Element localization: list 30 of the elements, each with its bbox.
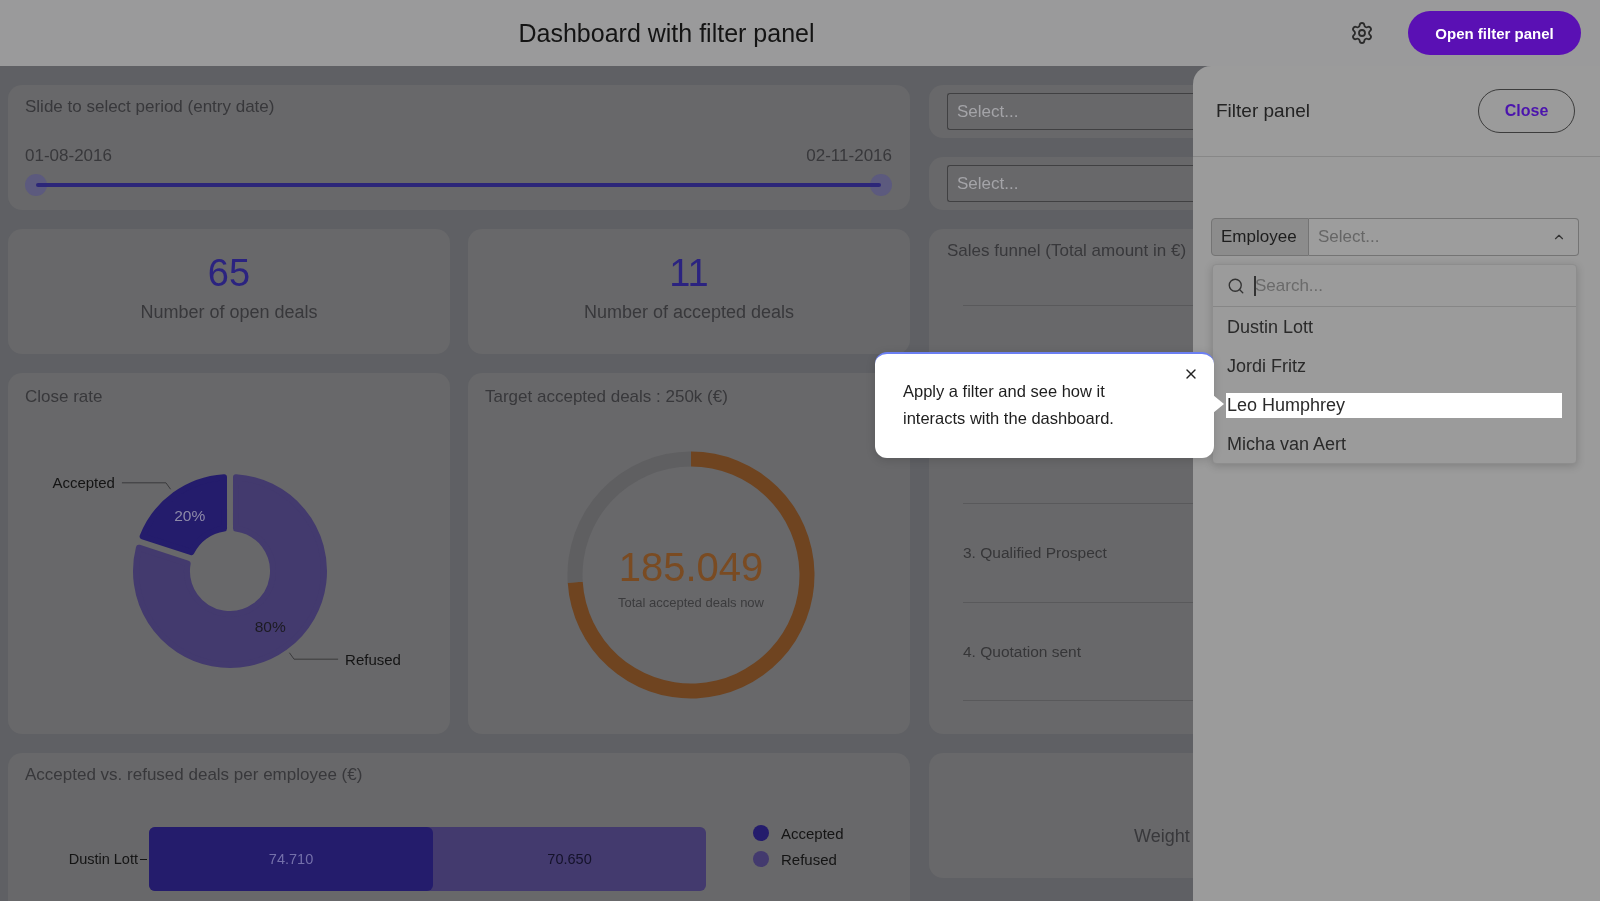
filter-select[interactable]: Select...: [947, 165, 1193, 202]
settings-icon[interactable]: [1350, 21, 1374, 45]
slice-category-label: Refused: [345, 650, 401, 668]
slice-value-label: 80%: [254, 617, 286, 635]
dropdown-option[interactable]: Jordi Fritz: [1226, 354, 1562, 379]
leader-line: [121, 482, 172, 490]
gauge-value: 185.049: [618, 545, 764, 589]
dropdown-option[interactable]: Leo Humphrey: [1226, 393, 1562, 418]
slider-thumb[interactable]: [25, 174, 47, 196]
slice-category-label: Accepted: [52, 474, 115, 492]
leader-line: [288, 652, 339, 660]
kpi-value: 65: [207, 251, 251, 295]
panel-title: Filter panel: [1216, 100, 1310, 122]
legend-label: Accepted: [781, 824, 844, 842]
filter-select[interactable]: Select...: [947, 93, 1193, 130]
search-icon: [1227, 277, 1245, 295]
category-label: Dustin Lott: [68, 851, 138, 867]
tooltip-text: Apply a filter and see how it interacts with the dashboard.: [903, 381, 1115, 429]
tick-mark: [140, 858, 147, 860]
bar-value-label: 74.710: [268, 851, 314, 867]
legend-label: Refused: [781, 850, 837, 868]
dropdown-option[interactable]: Dustin Lott: [1226, 315, 1562, 340]
slice-value-label: 20%: [174, 507, 206, 525]
bar-value-label: 70.650: [547, 851, 592, 867]
dropdown-option[interactable]: Micha van Aert: [1226, 432, 1562, 457]
kpi-value: 11: [669, 251, 709, 295]
select-label: Employee: [1211, 218, 1309, 256]
slider-thumb[interactable]: [870, 174, 892, 196]
open-filter-panel-button[interactable]: Open filter panel: [1408, 11, 1581, 55]
page-title: Dashboard with filter panel: [518, 18, 815, 47]
